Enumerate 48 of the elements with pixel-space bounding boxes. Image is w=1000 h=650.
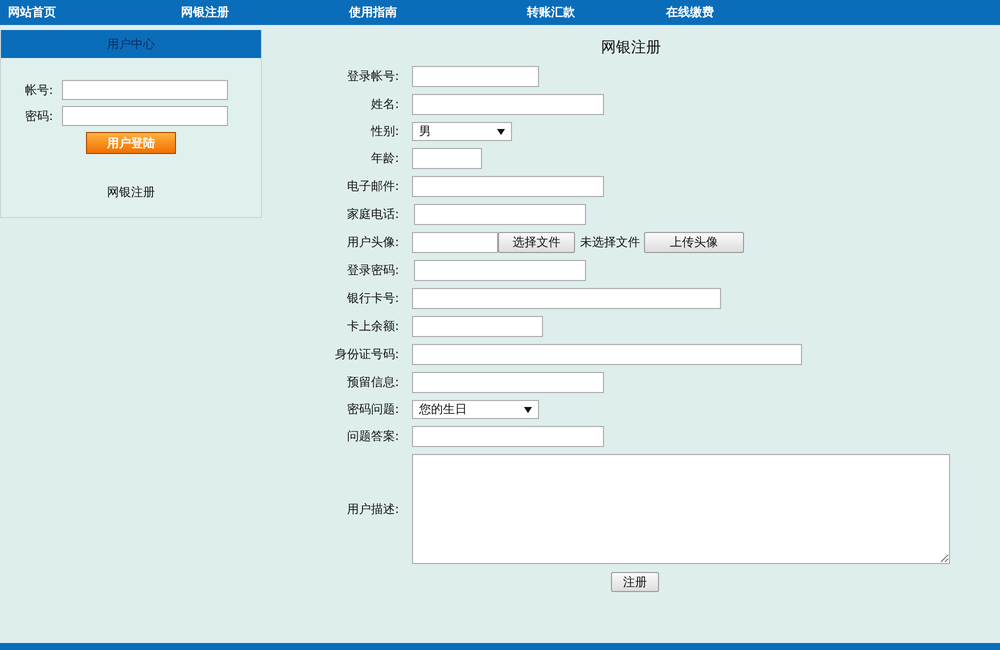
field-label: 家庭电话: bbox=[346, 206, 399, 223]
panel-title: 用户中心 bbox=[1, 30, 261, 58]
nav-link[interactable]: 在线缴费 bbox=[666, 4, 839, 21]
input-field[interactable] bbox=[412, 426, 604, 447]
input-field[interactable] bbox=[412, 66, 539, 87]
field-label: 问题答案: bbox=[346, 428, 399, 445]
input-field[interactable] bbox=[414, 260, 586, 281]
file-path-field[interactable] bbox=[412, 232, 498, 253]
field-label: 姓名: bbox=[370, 96, 399, 113]
nav-link[interactable]: 转账汇款 bbox=[527, 4, 666, 21]
input-field[interactable] bbox=[62, 80, 228, 100]
field-label: 登录密码: bbox=[346, 262, 399, 279]
input-field[interactable] bbox=[62, 106, 228, 126]
field-label: 年龄: bbox=[370, 150, 399, 167]
field-label: 性别: bbox=[370, 123, 399, 140]
nav-link[interactable]: 网站首页 bbox=[8, 4, 181, 21]
caret-icon bbox=[524, 406, 532, 412]
nav-link[interactable]: 网银注册 bbox=[181, 4, 349, 21]
field-label: 用户描述: bbox=[346, 500, 399, 518]
description-field[interactable] bbox=[412, 454, 950, 564]
field-label: 登录帐号: bbox=[346, 68, 399, 85]
field-label: 密码问题: bbox=[346, 401, 399, 418]
form-title: 网银注册 bbox=[600, 38, 662, 58]
upload-button[interactable]: 上传头像 bbox=[644, 232, 744, 253]
input-field[interactable] bbox=[412, 372, 604, 393]
select-field[interactable]: 您的生日 bbox=[412, 400, 539, 419]
register-button[interactable]: 注册 bbox=[611, 572, 659, 592]
nav-link[interactable]: 使用指南 bbox=[349, 4, 527, 21]
field-label: 密码: bbox=[25, 108, 54, 124]
field-label: 卡上余额: bbox=[346, 318, 399, 335]
field-label: 银行卡号: bbox=[346, 290, 399, 307]
field-label: 用户头像: bbox=[346, 234, 399, 251]
caret-icon bbox=[497, 128, 505, 134]
file-status: 未选择文件 bbox=[580, 234, 640, 251]
input-field[interactable] bbox=[412, 176, 604, 197]
input-field[interactable] bbox=[414, 204, 586, 225]
input-field[interactable] bbox=[412, 288, 721, 309]
field-label: 预留信息: bbox=[346, 374, 399, 391]
input-field[interactable] bbox=[412, 94, 604, 115]
register-link[interactable]: 网银注册 bbox=[107, 184, 155, 201]
select-field[interactable]: 男 bbox=[412, 122, 512, 141]
choose-file-button[interactable]: 选择文件 bbox=[498, 232, 575, 253]
field-label: 帐号: bbox=[25, 82, 54, 98]
input-field[interactable] bbox=[412, 148, 482, 169]
field-label: 身份证号码: bbox=[334, 346, 399, 363]
input-field[interactable] bbox=[412, 316, 543, 337]
field-label: 电子邮件: bbox=[346, 178, 399, 195]
input-field[interactable] bbox=[412, 344, 802, 365]
